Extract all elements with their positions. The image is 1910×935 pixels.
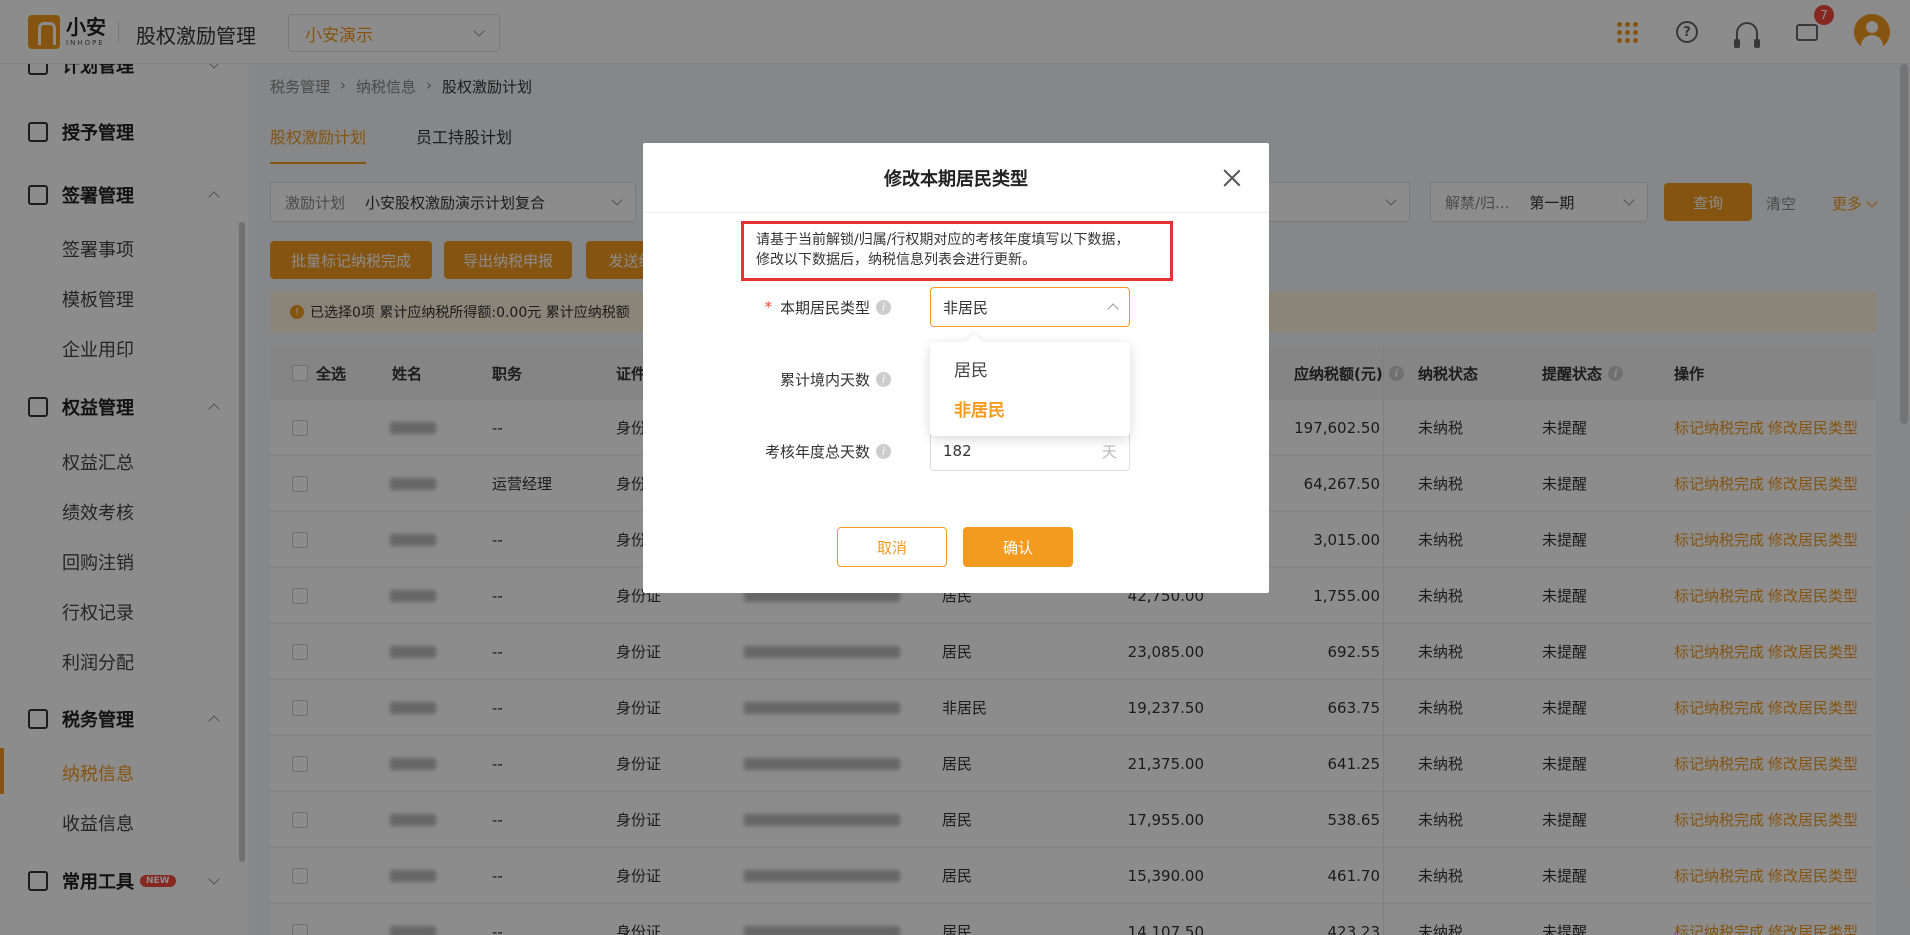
chevron-up-icon <box>1107 303 1119 315</box>
unit-suffix: 天 <box>1101 442 1117 461</box>
days-label: 累计境内天数 i <box>780 359 891 399</box>
select-value: 非居民 <box>943 298 989 317</box>
total-days-label: 考核年度总天数 i <box>765 431 891 471</box>
resident-type-select[interactable]: 非居民 <box>930 287 1130 327</box>
total-days-row: 考核年度总天数 i 182 天 <box>643 431 1269 471</box>
confirm-button[interactable]: 确认 <box>963 527 1073 567</box>
option-resident[interactable]: 居民 <box>930 348 1130 388</box>
resident-type-row: * 本期居民类型 i 非居民 <box>643 287 1269 327</box>
field-label: 考核年度总天数 <box>764 442 870 461</box>
modal-notice: 请基于当前解锁/归属/行权期对应的考核年度填写以下数据， 修改以下数据后，纳税信… <box>741 221 1173 281</box>
edit-resident-type-modal: 修改本期居民类型 请基于当前解锁/归属/行权期对应的考核年度填写以下数据， 修改… <box>643 143 1269 593</box>
close-icon[interactable] <box>1223 169 1241 187</box>
field-label: 本期居民类型 <box>779 298 870 317</box>
field-label: 累计境内天数 <box>779 370 870 389</box>
modal-header: 修改本期居民类型 <box>643 143 1269 213</box>
input-value: 182 <box>943 442 972 460</box>
info-icon[interactable]: i <box>876 371 891 387</box>
resident-type-dropdown: 居民 非居民 <box>930 342 1130 436</box>
info-icon[interactable]: i <box>876 443 891 459</box>
option-non-resident[interactable]: 非居民 <box>930 388 1130 428</box>
modal-title: 修改本期居民类型 <box>884 168 1028 190</box>
notice-line: 请基于当前解锁/归属/行权期对应的考核年度填写以下数据， <box>756 232 1130 248</box>
info-icon[interactable]: i <box>876 299 891 315</box>
notice-line: 修改以下数据后，纳税信息列表会进行更新。 <box>756 252 1036 268</box>
total-days-input[interactable]: 182 天 <box>930 431 1130 471</box>
resident-type-label: * 本期居民类型 i <box>764 287 891 327</box>
cancel-button[interactable]: 取消 <box>837 527 947 567</box>
